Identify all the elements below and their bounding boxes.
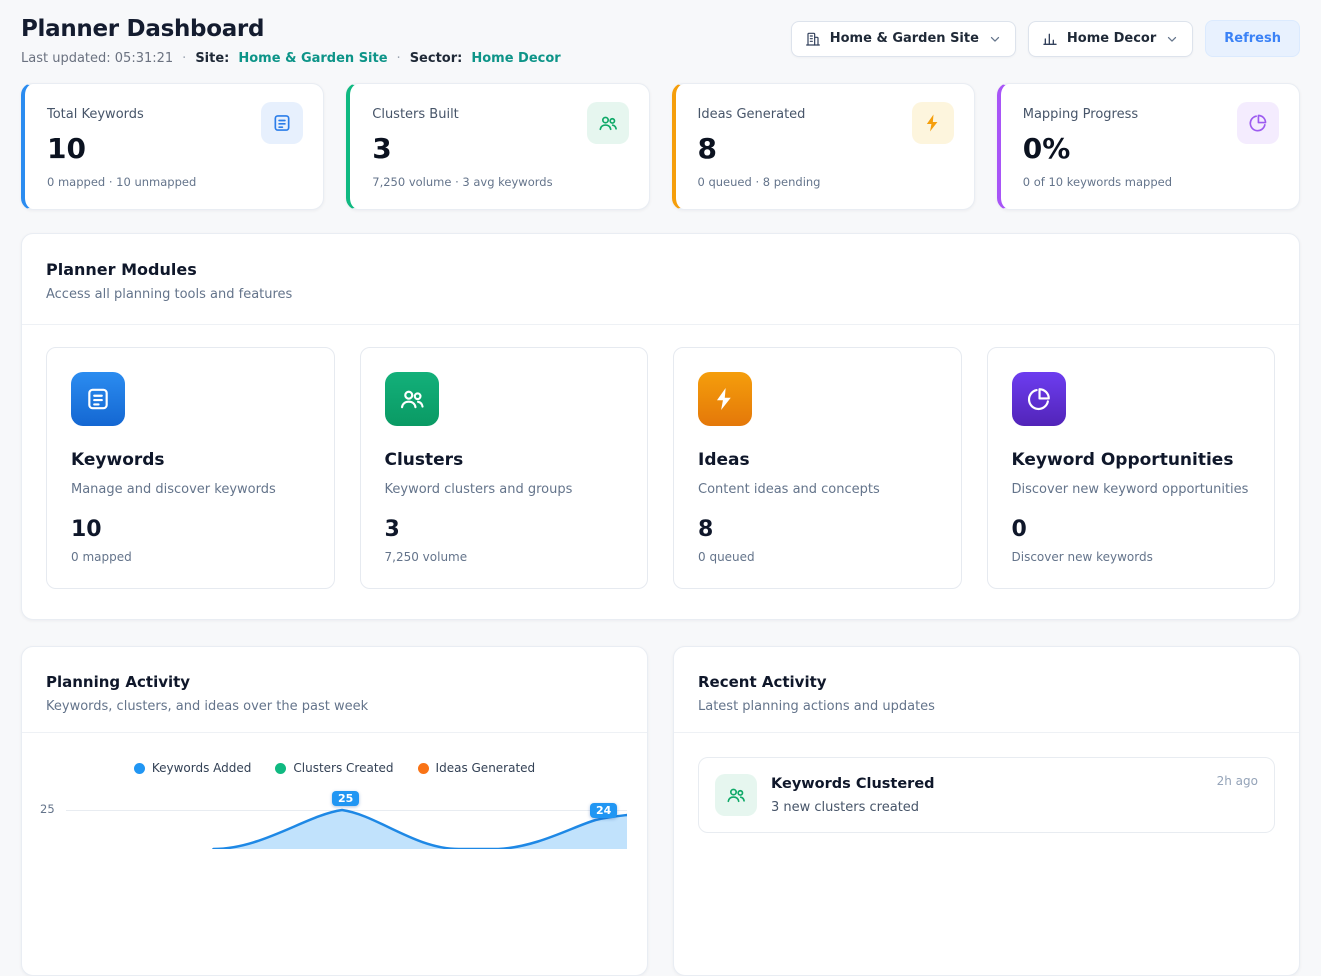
site-link[interactable]: Home & Garden Site [238, 51, 387, 66]
building-icon [805, 31, 821, 47]
module-subtext: 7,250 volume [385, 550, 624, 564]
legend-item-ideas-generated[interactable]: Ideas Generated [418, 761, 536, 775]
activity-list-item: Keywords Clustered 3 new clusters create… [698, 757, 1275, 833]
site-label: Site: [195, 51, 229, 66]
recent-activity-subtitle: Latest planning actions and updates [698, 699, 1275, 714]
header-left: Planner Dashboard Last updated: 05:31:21… [21, 16, 561, 66]
module-description: Manage and discover keywords [71, 482, 310, 497]
module-description: Keyword clusters and groups [385, 482, 624, 497]
bottom-row: Planning Activity Keywords, clusters, an… [21, 646, 1300, 976]
planning-activity-subtitle: Keywords, clusters, and ideas over the p… [46, 699, 623, 714]
area-chart: 25 25 24 [66, 789, 627, 869]
module-card-keyword-opportunities[interactable]: Keyword Opportunities Discover new keywo… [987, 347, 1276, 589]
modules-panel-subtitle: Access all planning tools and features [46, 287, 1275, 302]
legend-dot-icon [275, 763, 286, 774]
legend-dot-icon [418, 763, 429, 774]
planner-modules-panel: Planner Modules Access all planning tool… [21, 233, 1300, 620]
module-value: 3 [385, 517, 624, 542]
page-title: Planner Dashboard [21, 16, 561, 42]
module-subtext: 0 mapped [71, 550, 310, 564]
data-point-label: 24 [590, 803, 617, 818]
module-subtext: 0 queued [698, 550, 937, 564]
legend-label: Ideas Generated [436, 761, 536, 775]
planning-activity-title: Planning Activity [46, 673, 623, 691]
activity-item-body: Keywords Clustered 3 new clusters create… [771, 774, 935, 815]
site-selector-label: Home & Garden Site [830, 31, 979, 46]
stat-card-clusters-built: Clusters Built 3 7,250 volume · 3 avg ke… [346, 83, 649, 210]
stat-card-total-keywords: Total Keywords 10 0 mapped · 10 unmapped [21, 83, 324, 210]
legend-label: Clusters Created [293, 761, 393, 775]
list-icon [71, 372, 125, 426]
stat-subtext: 0 of 10 keywords mapped [1023, 175, 1277, 189]
stat-subtext: 0 queued · 8 pending [698, 175, 952, 189]
meta-separator: · [182, 51, 186, 66]
pie-chart-icon [1012, 372, 1066, 426]
header-controls: Home & Garden Site Home Decor Refresh [791, 20, 1300, 57]
refresh-button[interactable]: Refresh [1205, 20, 1300, 57]
legend-item-keywords-added[interactable]: Keywords Added [134, 761, 252, 775]
chevron-down-icon [1165, 32, 1179, 46]
activity-item-description: 3 new clusters created [771, 800, 935, 815]
sector-label: Sector: [410, 51, 463, 66]
sector-selector-label: Home Decor [1067, 31, 1156, 46]
stat-subtext: 0 mapped · 10 unmapped [47, 175, 301, 189]
module-card-clusters[interactable]: Clusters Keyword clusters and groups 3 7… [360, 347, 649, 589]
chevron-down-icon [988, 32, 1002, 46]
header: Planner Dashboard Last updated: 05:31:21… [21, 16, 1300, 66]
header-meta: Last updated: 05:31:21 · Site: Home & Ga… [21, 51, 561, 66]
activity-item-timestamp: 2h ago [1217, 774, 1258, 788]
users-icon [385, 372, 439, 426]
module-value: 0 [1012, 517, 1251, 542]
y-axis-tick: 25 [40, 802, 55, 816]
modules-panel-title: Planner Modules [46, 260, 1275, 279]
stat-card-ideas-generated: Ideas Generated 8 0 queued · 8 pending [672, 83, 975, 210]
module-subtext: Discover new keywords [1012, 550, 1251, 564]
bar-chart-icon [1042, 31, 1058, 47]
list-icon [261, 102, 303, 144]
modules-grid: Keywords Manage and discover keywords 10… [22, 325, 1299, 619]
module-value: 8 [698, 517, 937, 542]
recent-activity-header: Recent Activity Latest planning actions … [674, 647, 1299, 732]
module-title: Clusters [385, 450, 624, 470]
sector-selector-dropdown[interactable]: Home Decor [1028, 21, 1193, 57]
module-card-ideas[interactable]: Ideas Content ideas and concepts 8 0 que… [673, 347, 962, 589]
pie-chart-icon [1237, 102, 1279, 144]
planning-activity-card: Planning Activity Keywords, clusters, an… [21, 646, 648, 976]
stat-card-mapping-progress: Mapping Progress 0% 0 of 10 keywords map… [997, 83, 1300, 210]
bolt-icon [912, 102, 954, 144]
last-updated-text: Last updated: 05:31:21 [21, 51, 173, 66]
bolt-icon [698, 372, 752, 426]
meta-separator: · [397, 51, 401, 66]
users-icon [715, 774, 757, 816]
module-description: Discover new keyword opportunities [1012, 482, 1251, 497]
module-description: Content ideas and concepts [698, 482, 937, 497]
modules-panel-header: Planner Modules Access all planning tool… [22, 234, 1299, 324]
planning-activity-header: Planning Activity Keywords, clusters, an… [22, 647, 647, 732]
divider [674, 732, 1299, 733]
activity-item-title: Keywords Clustered [771, 776, 935, 792]
module-card-keywords[interactable]: Keywords Manage and discover keywords 10… [46, 347, 335, 589]
planner-dashboard-page: Planner Dashboard Last updated: 05:31:21… [0, 0, 1321, 976]
module-title: Ideas [698, 450, 937, 470]
site-selector-dropdown[interactable]: Home & Garden Site [791, 21, 1016, 57]
sector-link[interactable]: Home Decor [471, 51, 560, 66]
legend-item-clusters-created[interactable]: Clusters Created [275, 761, 393, 775]
recent-activity-card: Recent Activity Latest planning actions … [673, 646, 1300, 976]
module-title: Keyword Opportunities [1012, 450, 1251, 470]
stats-row: Total Keywords 10 0 mapped · 10 unmapped… [21, 83, 1300, 210]
legend-label: Keywords Added [152, 761, 252, 775]
module-value: 10 [71, 517, 310, 542]
data-point-label: 25 [332, 791, 359, 806]
recent-activity-title: Recent Activity [698, 673, 1275, 691]
stat-subtext: 7,250 volume · 3 avg keywords [372, 175, 626, 189]
users-icon [587, 102, 629, 144]
chart-legend: Keywords Added Clusters Created Ideas Ge… [22, 733, 647, 775]
legend-dot-icon [134, 763, 145, 774]
module-title: Keywords [71, 450, 310, 470]
